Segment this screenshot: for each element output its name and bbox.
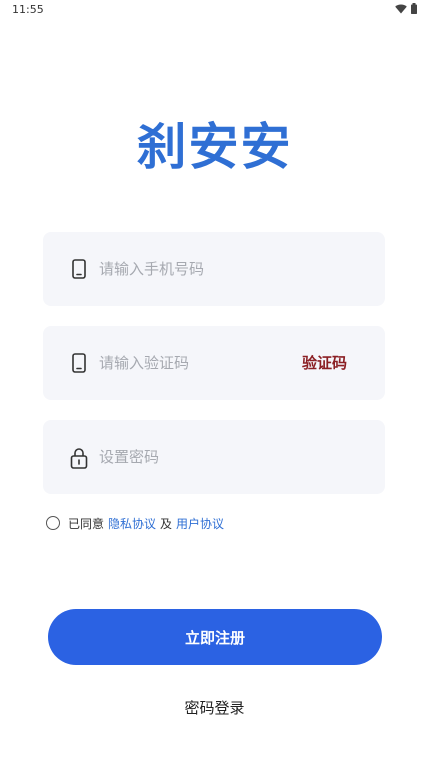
lock-icon	[70, 447, 88, 469]
status-icons	[395, 3, 417, 14]
user-agreement-link[interactable]: 用户协议	[176, 515, 224, 532]
phone-input[interactable]	[99, 232, 289, 306]
phone-field	[43, 232, 385, 306]
app-logo: 刹安安	[136, 118, 293, 176]
password-login-link[interactable]: 密码登录	[0, 697, 429, 718]
agreement-conjunction: 及	[160, 516, 173, 531]
code-input[interactable]	[99, 326, 289, 400]
phone-icon	[70, 353, 88, 373]
agreement-row: 已同意 隐私协议 及 用户协议	[46, 513, 224, 533]
status-bar: 11:55	[0, 0, 429, 20]
get-code-button[interactable]: 验证码	[302, 326, 347, 400]
wifi-icon	[395, 4, 407, 14]
phone-icon	[70, 259, 88, 279]
code-field: 验证码	[43, 326, 385, 400]
register-button[interactable]: 立即注册	[48, 609, 382, 665]
agreement-prefix: 已同意	[68, 516, 105, 531]
password-field	[43, 420, 385, 494]
status-time: 11:55	[12, 3, 44, 16]
agreement-radio[interactable]	[46, 516, 60, 530]
battery-icon	[411, 3, 417, 14]
privacy-policy-link[interactable]: 隐私协议	[108, 515, 156, 532]
password-input[interactable]	[99, 420, 289, 494]
